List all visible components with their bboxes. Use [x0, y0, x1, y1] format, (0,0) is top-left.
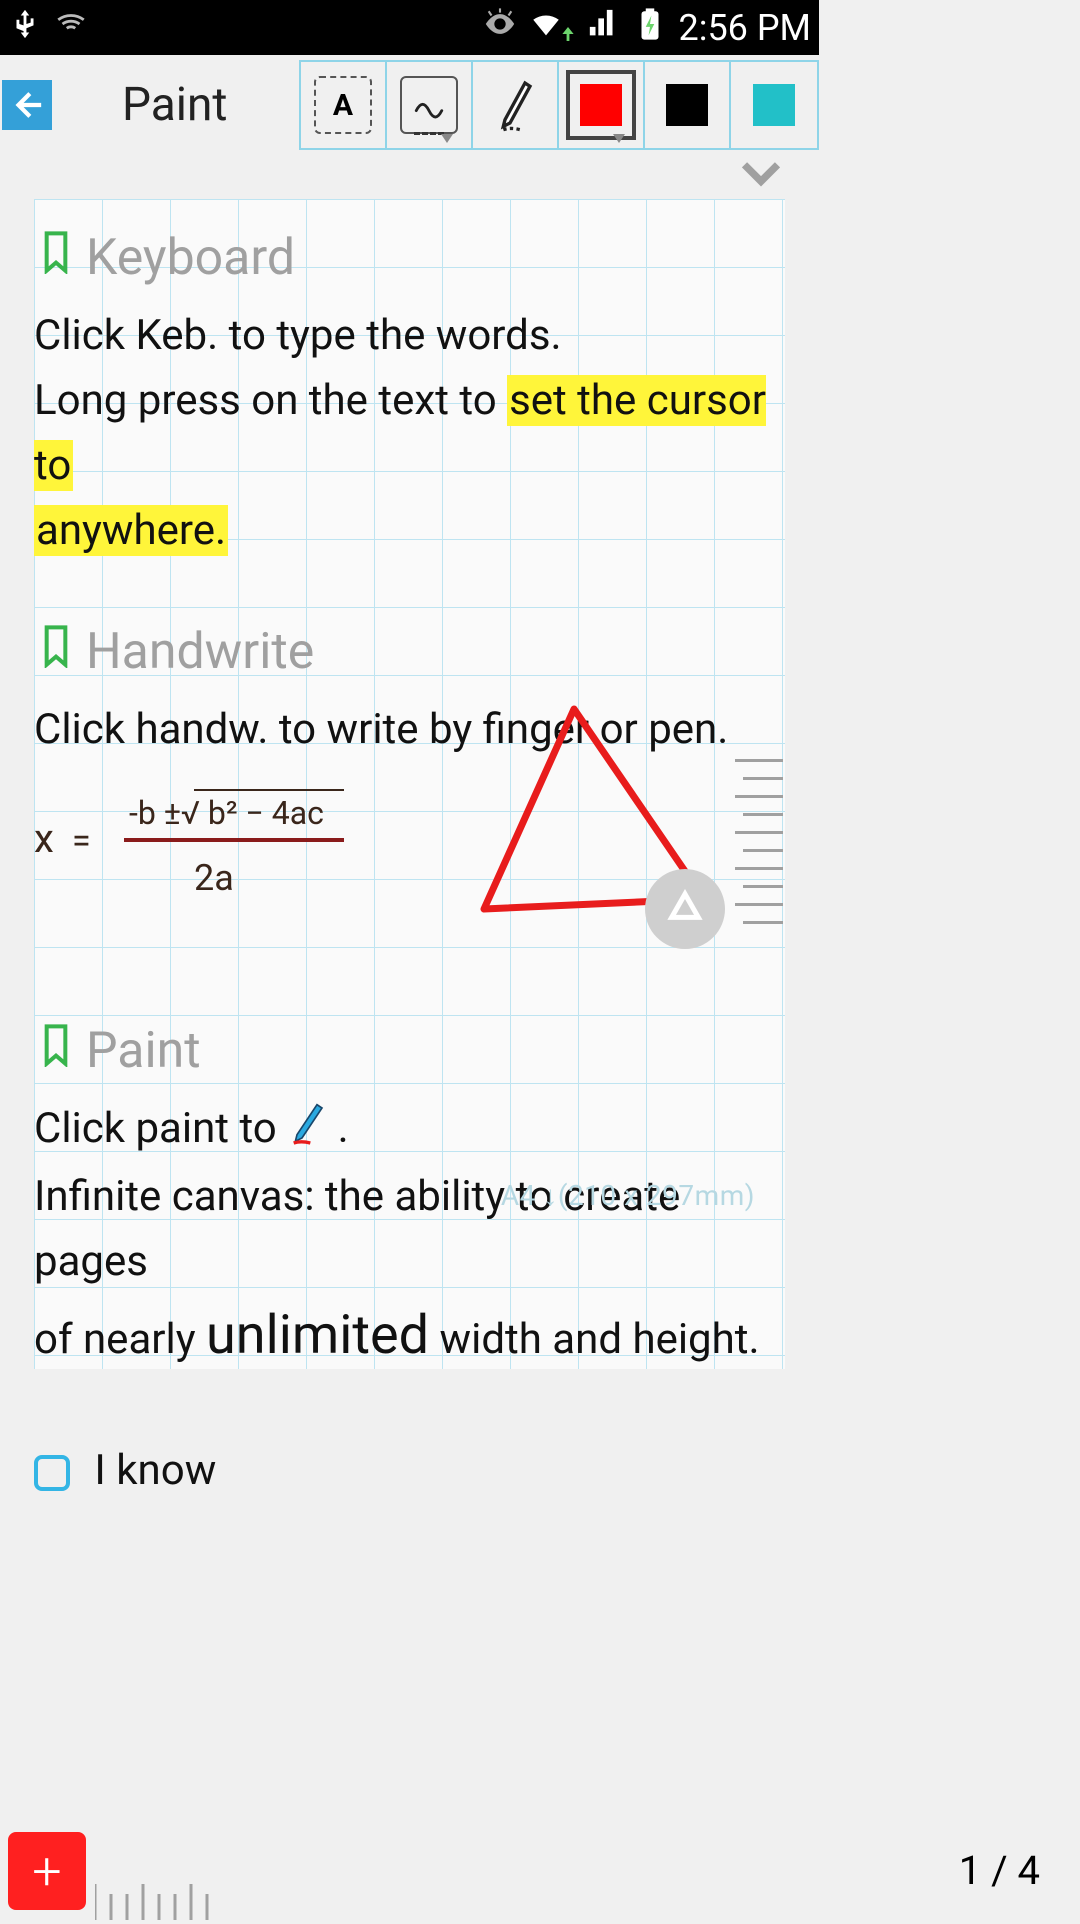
collapse-toolbar-button[interactable]	[739, 159, 783, 193]
wifi-icon	[529, 7, 575, 49]
keyboard-line1: Click Keb. to type the words.	[34, 303, 785, 368]
bookmark-icon	[40, 1022, 72, 1080]
bookmark-icon	[40, 229, 72, 287]
teal-swatch	[753, 84, 795, 126]
add-button[interactable]: +	[8, 1832, 86, 1910]
zoom-handle[interactable]	[645, 869, 725, 949]
paintbrush-icon	[287, 1099, 327, 1164]
battery-charging-icon	[633, 7, 667, 49]
color-black-button[interactable]	[645, 62, 731, 148]
iknow-checkbox[interactable]	[34, 1455, 70, 1491]
section-title-paint: Paint	[86, 1022, 201, 1080]
status-time: 2:56 PM	[679, 7, 812, 49]
wifi-outline-icon	[54, 7, 88, 49]
horizontal-ruler[interactable]	[95, 1874, 255, 1920]
vertical-ruler[interactable]	[735, 759, 783, 959]
section-title-keyboard: Keyboard	[86, 229, 295, 287]
text-tool-button[interactable]: A	[301, 62, 387, 148]
section-heading-handwrite: Handwrite	[40, 623, 785, 681]
app-header: Paint A	[0, 55, 819, 155]
section-title-handwrite: Handwrite	[86, 623, 314, 681]
svg-text:-b ±√ b² − 4ac: -b ±√ b² − 4ac	[129, 794, 324, 832]
usb-icon	[8, 7, 42, 49]
canvas-area[interactable]: Keyboard Click Keb. to type the words. L…	[0, 199, 819, 1369]
handwrite-icon	[400, 76, 458, 134]
page-size-badge: A4 ↓(210 x 297mm)	[501, 1179, 755, 1212]
black-swatch	[666, 84, 708, 126]
svg-text:2a: 2a	[194, 857, 234, 899]
pen-icon	[495, 73, 535, 137]
section-heading-keyboard: Keyboard	[40, 229, 785, 287]
page-indicator: 1 / 4	[959, 1847, 1040, 1894]
bookmark-icon	[40, 623, 72, 681]
svg-text:x: x	[34, 815, 54, 862]
paint-tool-button[interactable]	[473, 62, 559, 148]
keyboard-line2: Long press on the text to set the cursor…	[34, 368, 785, 563]
iknow-row[interactable]: I know	[34, 1438, 785, 1503]
red-swatch	[580, 84, 622, 126]
text-tool-label: A	[314, 76, 372, 134]
signal-icon	[587, 7, 621, 49]
quadratic-formula-drawing: x = -b ±√ b² − 4ac 2a	[34, 782, 364, 912]
app-title: Paint	[122, 78, 227, 132]
paint-line2b: of nearly unlimited width and height.	[34, 1294, 785, 1378]
section-heading-paint: Paint	[40, 1022, 785, 1080]
handwrite-tool-button[interactable]	[387, 62, 473, 148]
eye-icon	[483, 7, 517, 49]
iknow-label: I know	[94, 1446, 216, 1495]
color-red-button[interactable]	[559, 62, 645, 148]
color-teal-button[interactable]	[731, 62, 817, 148]
back-button[interactable]	[2, 80, 52, 130]
toolbar: A	[299, 60, 819, 150]
status-bar: 2:56 PM	[0, 0, 819, 55]
paint-line1: Click paint to .	[34, 1096, 785, 1163]
svg-text:=: =	[72, 821, 91, 861]
